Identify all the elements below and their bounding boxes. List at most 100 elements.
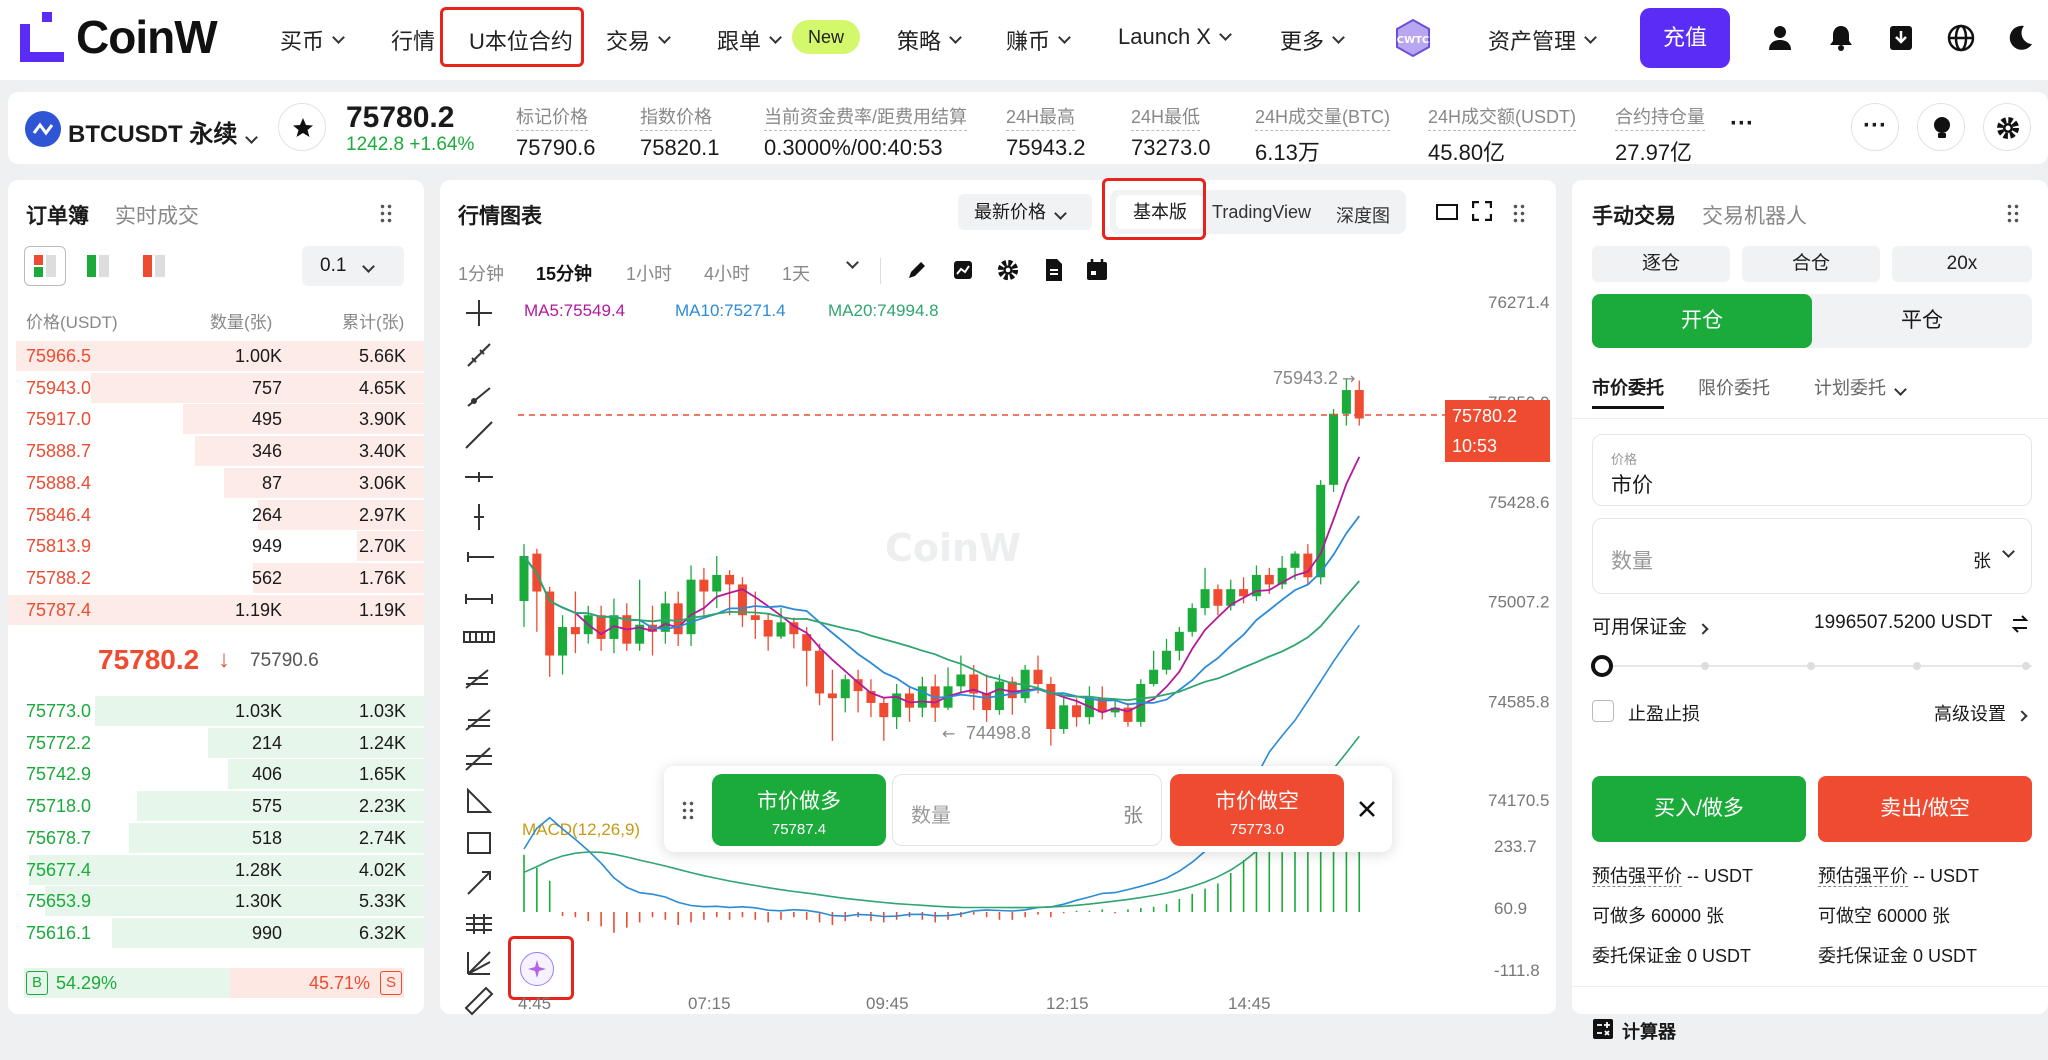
buy-long-button[interactable]: 买入/做多 (1592, 776, 1806, 842)
view-both-button[interactable] (24, 246, 66, 286)
bid-row[interactable]: 75773.0 1.03K 1.03K (8, 695, 424, 727)
ask-row[interactable]: 75943.0 757 4.65K (8, 372, 424, 404)
tab-open-position[interactable]: 开仓 (1592, 294, 1812, 348)
calculator-link[interactable]: 计算器 (1622, 1018, 1676, 1044)
fib-retracement-icon[interactable] (462, 744, 496, 774)
nav-earn[interactable]: 赚币 (1006, 24, 1071, 56)
tab-close-position[interactable]: 平仓 (1812, 294, 2032, 348)
quantity-unit[interactable]: 张 (1973, 547, 1991, 573)
symbol-selector[interactable]: BTCUSDT 永续 (68, 114, 259, 149)
interval-4h[interactable]: 4小时 (704, 260, 750, 286)
globe-icon[interactable] (1945, 22, 1977, 54)
more-stats-button[interactable]: ··· (1730, 110, 1754, 138)
bid-row[interactable]: 75616.1 990 6.32K (8, 917, 424, 949)
ask-row[interactable]: 75888.7 346 3.40K (8, 435, 424, 467)
quick-sell-button[interactable]: 市价做空 75773.0 (1170, 774, 1344, 846)
cross-margin-button[interactable]: 合仓 (1742, 246, 1880, 282)
settings-button[interactable] (1983, 103, 2031, 151)
quick-buy-button[interactable]: 市价做多 75787.4 (712, 774, 886, 846)
interval-1h[interactable]: 1小时 (626, 260, 672, 286)
slider-handle[interactable] (1591, 655, 1613, 677)
ask-row[interactable]: 75846.4 264 2.97K (8, 499, 424, 531)
bid-row[interactable]: 75678.7 518 2.74K (8, 822, 424, 854)
drag-handle-icon[interactable] (379, 203, 393, 223)
drag-handle-icon[interactable] (2006, 203, 2020, 223)
tpsl-checkbox[interactable] (1592, 700, 1614, 722)
horizontal-line-icon[interactable] (462, 462, 496, 492)
coinw-logo[interactable]: CoinW (20, 10, 218, 64)
pitchfork-icon[interactable] (462, 664, 496, 694)
available-margin-label[interactable]: 可用保证金 (1592, 612, 1709, 639)
nav-asset-management[interactable]: 资产管理 (1488, 24, 1597, 56)
trendline-icon[interactable] (462, 340, 496, 370)
bell-icon[interactable] (1825, 22, 1857, 54)
ask-row[interactable]: 75966.5 1.00K 5.66K (8, 340, 424, 372)
drag-handle-icon[interactable] (681, 800, 695, 820)
close-icon[interactable] (1358, 800, 1376, 818)
bid-row[interactable]: 75653.9 1.30K 5.33K (8, 885, 424, 917)
nav-more[interactable]: 更多 (1280, 24, 1345, 56)
precision-selector[interactable]: 0.1 (302, 246, 404, 286)
ask-row[interactable]: 75917.0 495 3.90K (8, 403, 424, 435)
lines-icon[interactable] (462, 908, 496, 938)
ask-row[interactable]: 75787.4 1.19K 1.19K (8, 594, 424, 626)
nav-buy-crypto[interactable]: 买币 (280, 24, 345, 56)
deposit-button[interactable]: 充值 (1640, 8, 1730, 68)
drag-handle-icon[interactable] (1512, 203, 1526, 223)
bid-row[interactable]: 75718.0 575 2.23K (8, 790, 424, 822)
nav-markets[interactable]: 行情 (391, 24, 435, 56)
vertical-line-icon[interactable] (462, 502, 496, 532)
quantity-field[interactable]: 数量 张 (1592, 518, 2032, 594)
layout-icon[interactable] (1436, 202, 1458, 222)
game-badge-icon[interactable]: CWTC (1394, 18, 1432, 58)
bid-row[interactable]: 75677.4 1.28K 4.02K (8, 854, 424, 886)
tab-manual-trade[interactable]: 手动交易 (1592, 200, 1676, 230)
tab-depth[interactable]: 深度图 (1336, 202, 1390, 228)
interval-1d[interactable]: 1天 (782, 260, 810, 286)
parallel-channel-icon[interactable] (462, 624, 496, 654)
pencil-icon[interactable] (906, 259, 928, 281)
document-icon[interactable] (1044, 258, 1064, 282)
leverage-button[interactable]: 20x (1892, 246, 2032, 282)
horizontal-ray-icon[interactable] (462, 542, 496, 572)
tab-trigger-order[interactable]: 计划委托 (1814, 374, 1907, 400)
download-icon[interactable] (1885, 22, 1917, 54)
ask-row[interactable]: 75788.2 562 1.76K (8, 562, 424, 594)
tab-tradingview[interactable]: TradingView (1212, 202, 1311, 223)
transfer-icon[interactable] (2010, 614, 2030, 634)
triangle-icon[interactable] (462, 786, 496, 816)
more-options-button[interactable]: ··· (1851, 103, 1899, 151)
orderbook-asks-icon[interactable] (143, 255, 165, 277)
nav-strategy[interactable]: 策略 (897, 24, 962, 56)
ask-row[interactable]: 75813.9 949 2.70K (8, 530, 424, 562)
bid-row[interactable]: 75772.2 214 1.24K (8, 727, 424, 759)
user-icon[interactable] (1764, 22, 1796, 54)
ruler-icon[interactable] (462, 986, 496, 1016)
extended-line-icon[interactable] (462, 420, 496, 450)
tab-limit-order[interactable]: 限价委托 (1698, 374, 1770, 400)
candlestick-chart[interactable]: CoinW MA5:75549.4 MA10:75271.4 MA20:7499… (510, 286, 1550, 1014)
tab-market-order[interactable]: 市价委托 (1592, 374, 1664, 400)
moon-icon[interactable] (2004, 22, 2036, 54)
tab-trading-bot[interactable]: 交易机器人 (1702, 200, 1807, 230)
nav-trade[interactable]: 交易 (606, 24, 671, 56)
nav-launch-x[interactable]: Launch X (1118, 24, 1232, 50)
price-range-icon[interactable] (462, 584, 496, 614)
calendar-icon[interactable] (1086, 258, 1108, 282)
interval-15m[interactable]: 15分钟 (536, 260, 592, 286)
tips-button[interactable] (1917, 103, 1965, 151)
advanced-settings-link[interactable]: 高级设置 (1934, 700, 2028, 726)
favorite-button[interactable] (278, 103, 326, 151)
quick-qty-input[interactable]: 数量 张 (892, 774, 1162, 846)
bid-row[interactable]: 75742.9 406 1.65K (8, 758, 424, 790)
interval-1m[interactable]: 1分钟 (458, 260, 504, 286)
orderbook-bids-icon[interactable] (87, 255, 109, 277)
price-field[interactable]: 价格 市价 (1592, 434, 2032, 506)
fib-fan-icon[interactable] (462, 704, 496, 734)
chart-settings-icon[interactable] (996, 258, 1020, 282)
rectangle-icon[interactable] (462, 828, 496, 858)
gann-fan-icon[interactable] (462, 948, 496, 978)
isolated-margin-button[interactable]: 逐仓 (1592, 246, 1730, 282)
chevron-down-icon[interactable] (2002, 545, 2015, 558)
tab-recent-trades[interactable]: 实时成交 (115, 200, 199, 230)
